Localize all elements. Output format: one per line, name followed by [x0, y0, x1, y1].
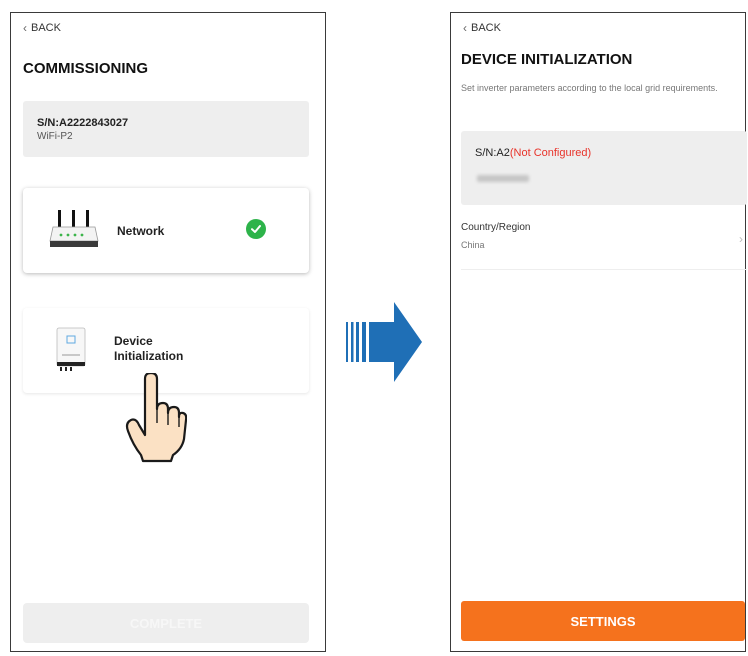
chevron-left-icon: ‹	[463, 21, 467, 35]
network-card[interactable]: Network	[23, 188, 309, 273]
hand-pointer-icon	[125, 373, 187, 463]
complete-button[interactable]: COMPLETE	[23, 603, 309, 643]
page-title: DEVICE INITIALIZATION	[461, 51, 633, 68]
serial-number-card: S/N:A2222843027 WiFi-P2	[23, 101, 309, 157]
blurred-serial	[477, 175, 529, 182]
serial-number: S/N:A2(Not Configured)	[475, 147, 733, 159]
device-initialization-screen: ‹ BACK DEVICE INITIALIZATION Set inverte…	[450, 12, 747, 652]
device-initialization-label: Device Initialization	[114, 334, 194, 364]
page-title: COMMISSIONING	[23, 60, 149, 77]
back-button[interactable]: ‹ BACK	[23, 21, 61, 35]
country-region-value: China	[461, 240, 485, 250]
inverter-icon	[56, 327, 86, 371]
serial-number-card: S/N:A2(Not Configured)	[461, 131, 747, 205]
check-circle-icon	[246, 219, 266, 239]
back-label: BACK	[471, 22, 501, 34]
serial-number: S/N:A2222843027	[37, 117, 129, 129]
serial-number-prefix: S/N:A2	[475, 147, 510, 159]
back-button[interactable]: ‹ BACK	[463, 21, 501, 35]
network-label: Network	[117, 224, 165, 238]
wifi-name: WiFi-P2	[37, 131, 73, 142]
commissioning-screen: ‹ BACK COMMISSIONING S/N:A2222843027 WiF…	[10, 12, 326, 652]
status-badge: (Not Configured)	[509, 147, 592, 159]
arrow-right-icon	[346, 302, 422, 382]
settings-button[interactable]: SETTINGS	[461, 601, 745, 641]
page-description: Set inverter parameters according to the…	[461, 83, 718, 93]
device-label-line1: Device	[114, 334, 153, 348]
chevron-left-icon: ‹	[23, 21, 27, 35]
device-label-line2: Initialization	[114, 349, 184, 363]
router-icon	[49, 210, 99, 247]
chevron-right-icon: ›	[739, 232, 743, 246]
back-label: BACK	[31, 22, 61, 34]
country-region-label: Country/Region	[461, 222, 531, 233]
country-region-row[interactable]: Country/Region China ›	[461, 216, 747, 270]
